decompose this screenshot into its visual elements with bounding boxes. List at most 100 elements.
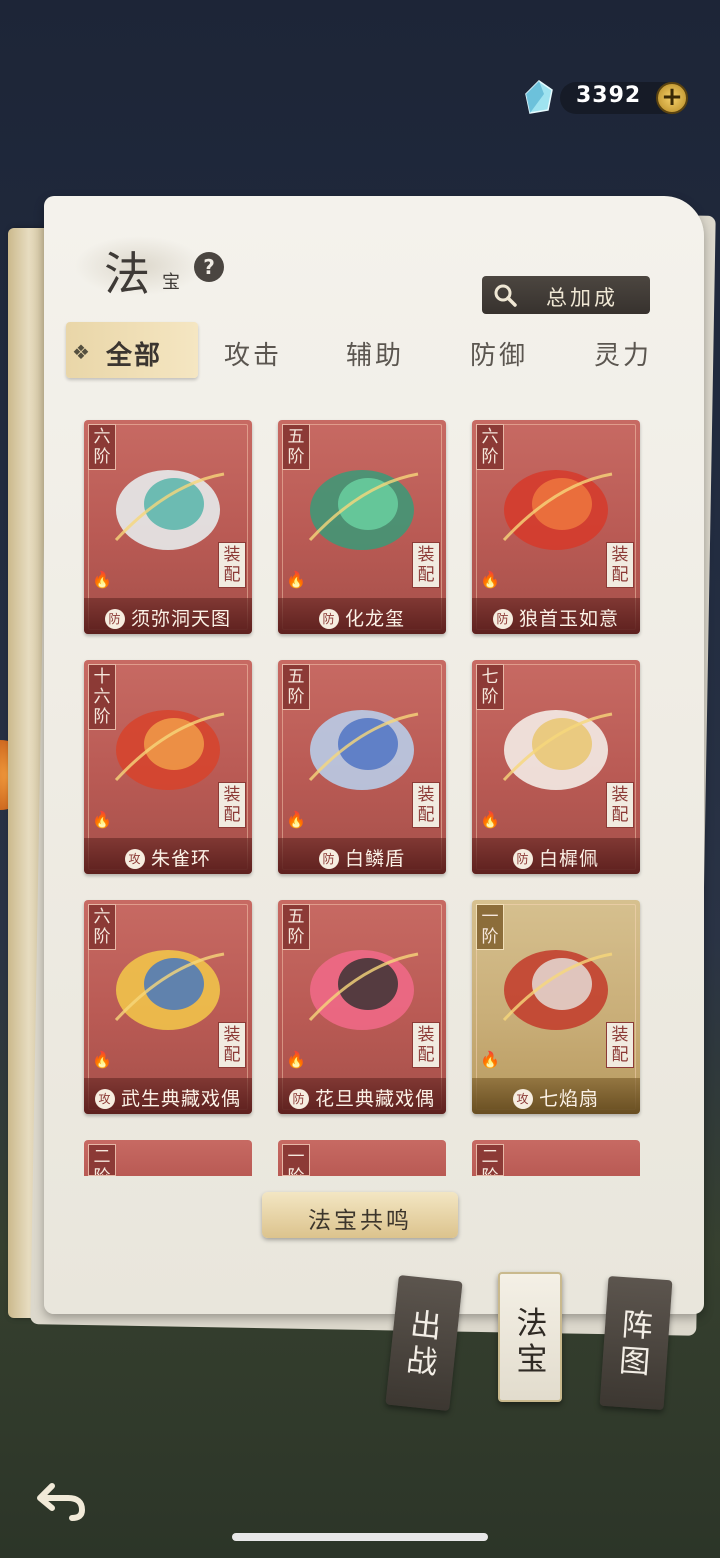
flame-icon: 🔥 xyxy=(480,1050,500,1069)
tier-badge: 六阶 xyxy=(476,424,504,470)
home-indicator xyxy=(232,1533,488,1541)
treasure-card-partial[interactable]: 一阶 xyxy=(278,1140,446,1176)
help-button[interactable]: ? xyxy=(194,252,224,282)
treasure-type-badge: 防 xyxy=(492,609,513,629)
treasure-type-badge: 攻 xyxy=(512,1089,533,1109)
treasure-card[interactable]: 一阶装配 🔥 攻七焰扇 xyxy=(472,900,640,1114)
treasure-name: 朱雀环 xyxy=(150,848,211,870)
tab-all[interactable]: ❖ 全部 xyxy=(66,322,198,378)
card-name-row: 防白鳞盾 xyxy=(278,844,446,871)
treasure-name: 须弥洞天图 xyxy=(130,608,231,630)
equip-badge[interactable]: 装配 xyxy=(218,542,246,588)
total-bonus-label: 总加成 xyxy=(546,286,618,310)
treasure-card[interactable]: 十六阶装配 🔥 攻朱雀环 xyxy=(84,660,252,874)
treasure-card[interactable]: 六阶 装配 🔥 防狼首玉如意 xyxy=(472,420,640,634)
back-arrow-icon[interactable] xyxy=(34,1474,90,1524)
card-name-row: 攻七焰扇 xyxy=(472,1084,640,1111)
tier-badge: 七阶 xyxy=(476,664,504,710)
treasure-card[interactable]: 五阶装配 🔥 防白鳞盾 xyxy=(278,660,446,874)
treasure-card[interactable]: 六阶 装配 🔥 攻武生典藏戏偶 xyxy=(84,900,252,1114)
equip-badge[interactable]: 装配 xyxy=(412,542,440,588)
card-name-row: 防化龙玺 xyxy=(278,604,446,631)
bookmark-treasure[interactable]: 法 宝 xyxy=(498,1272,562,1402)
tier-badge: 一阶 xyxy=(476,904,504,950)
tab-attack[interactable]: 攻击 xyxy=(224,335,282,372)
flame-icon: 🔥 xyxy=(480,810,500,829)
bookmark-formation[interactable]: 阵 图 xyxy=(599,1275,673,1411)
card-name-bar: 防白樨佩 xyxy=(472,838,640,874)
treasure-type-badge: 防 xyxy=(288,1089,309,1109)
tier-badge: 二阶 xyxy=(476,1144,504,1176)
treasure-type-badge: 防 xyxy=(318,609,339,629)
bookmark-label: 阵 xyxy=(620,1307,654,1346)
search-icon xyxy=(494,284,517,307)
treasure-card-partial[interactable]: 二阶 xyxy=(472,1140,640,1176)
treasure-type-badge: 防 xyxy=(512,849,533,869)
card-name-bar: 防白鳞盾 xyxy=(278,838,446,874)
card-name-bar: 防狼首玉如意 xyxy=(472,598,640,634)
flame-icon: 🔥 xyxy=(92,570,112,589)
currency-value: 3392 xyxy=(576,83,642,108)
treasure-name: 花旦典藏戏偶 xyxy=(314,1088,435,1110)
treasure-name: 白樨佩 xyxy=(538,848,599,870)
treasure-resonance-label: 法宝共鸣 xyxy=(308,1208,412,1234)
card-name-row: 攻武生典藏戏偶 xyxy=(84,1084,252,1111)
equip-badge[interactable]: 装配 xyxy=(218,1022,246,1068)
tab-spirit[interactable]: 灵力 xyxy=(594,335,652,372)
equip-badge[interactable]: 装配 xyxy=(606,542,634,588)
treasure-type-badge: 防 xyxy=(104,609,125,629)
flame-icon: 🔥 xyxy=(92,810,112,829)
treasure-type-badge: 攻 xyxy=(124,849,145,869)
treasure-card[interactable]: 五阶装配 🔥 防化龙玺 xyxy=(278,420,446,634)
card-name-row: 防白樨佩 xyxy=(472,844,640,871)
tier-badge: 六阶 xyxy=(88,904,116,950)
bookmark-battle[interactable]: 出 战 xyxy=(385,1275,463,1411)
bookmark-label: 图 xyxy=(617,1342,652,1381)
add-currency-button[interactable]: + xyxy=(656,82,688,114)
treasure-name: 七焰扇 xyxy=(538,1088,599,1110)
category-tabs: ❖ 全部 攻击 辅助 防御 灵力 xyxy=(62,322,702,384)
treasure-name: 武生典藏戏偶 xyxy=(120,1088,241,1110)
tier-badge: 六阶 xyxy=(88,424,116,470)
treasure-card[interactable]: 七阶装配 🔥 防白樨佩 xyxy=(472,660,640,874)
diamond-bullet-icon: ❖ xyxy=(72,340,90,364)
tier-badge: 一阶 xyxy=(282,1144,310,1176)
card-name-bar: 防须弥洞天图 xyxy=(84,598,252,634)
total-bonus-button[interactable]: 总加成 xyxy=(482,276,650,314)
treasure-name: 狼首玉如意 xyxy=(518,608,619,630)
page-title-suffix: 宝 xyxy=(162,272,180,293)
flame-icon: 🔥 xyxy=(286,810,306,829)
tier-badge: 五阶 xyxy=(282,424,310,470)
card-name-bar: 防花旦典藏戏偶 xyxy=(278,1078,446,1114)
treasure-name: 化龙玺 xyxy=(344,608,405,630)
equip-badge[interactable]: 装配 xyxy=(606,1022,634,1068)
treasure-resonance-button[interactable]: 法宝共鸣 xyxy=(262,1192,458,1238)
currency-display: 3392 + xyxy=(520,78,692,118)
tier-badge: 五阶 xyxy=(282,904,310,950)
crystal-gem-icon xyxy=(525,80,553,114)
card-name-bar: 攻七焰扇 xyxy=(472,1078,640,1114)
treasure-card[interactable]: 六阶装配 🔥 防须弥洞天图 xyxy=(84,420,252,634)
card-name-row: 防狼首玉如意 xyxy=(472,604,640,631)
tier-badge: 十六阶 xyxy=(88,664,116,730)
treasure-type-badge: 防 xyxy=(318,849,339,869)
treasure-name: 白鳞盾 xyxy=(344,848,405,870)
bookmark-label: 法 xyxy=(516,1306,548,1342)
bookmark-label: 战 xyxy=(404,1342,440,1382)
flame-icon: 🔥 xyxy=(286,1050,306,1069)
tab-support[interactable]: 辅助 xyxy=(346,335,404,372)
equip-badge[interactable]: 装配 xyxy=(606,782,634,828)
treasure-type-badge: 攻 xyxy=(94,1089,115,1109)
treasure-card[interactable]: 五阶装配 🔥 防花旦典藏戏偶 xyxy=(278,900,446,1114)
tab-defense[interactable]: 防御 xyxy=(470,335,528,372)
card-name-row: 攻朱雀环 xyxy=(84,844,252,871)
equip-badge[interactable]: 装配 xyxy=(412,1022,440,1068)
treasure-card-partial[interactable]: 二阶 xyxy=(84,1140,252,1176)
flame-icon: 🔥 xyxy=(286,570,306,589)
bookmark-label: 宝 xyxy=(516,1342,548,1378)
equip-badge[interactable]: 装配 xyxy=(412,782,440,828)
equip-badge[interactable]: 装配 xyxy=(218,782,246,828)
tier-badge: 五阶 xyxy=(282,664,310,710)
card-name-row: 防花旦典藏戏偶 xyxy=(278,1084,446,1111)
tier-badge: 二阶 xyxy=(88,1144,116,1176)
